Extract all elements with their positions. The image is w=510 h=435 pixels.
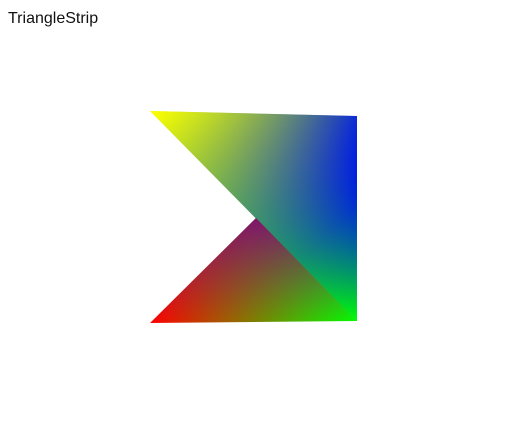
render-canvas: [150, 111, 357, 323]
app-window: TriangleStrip: [0, 0, 510, 435]
